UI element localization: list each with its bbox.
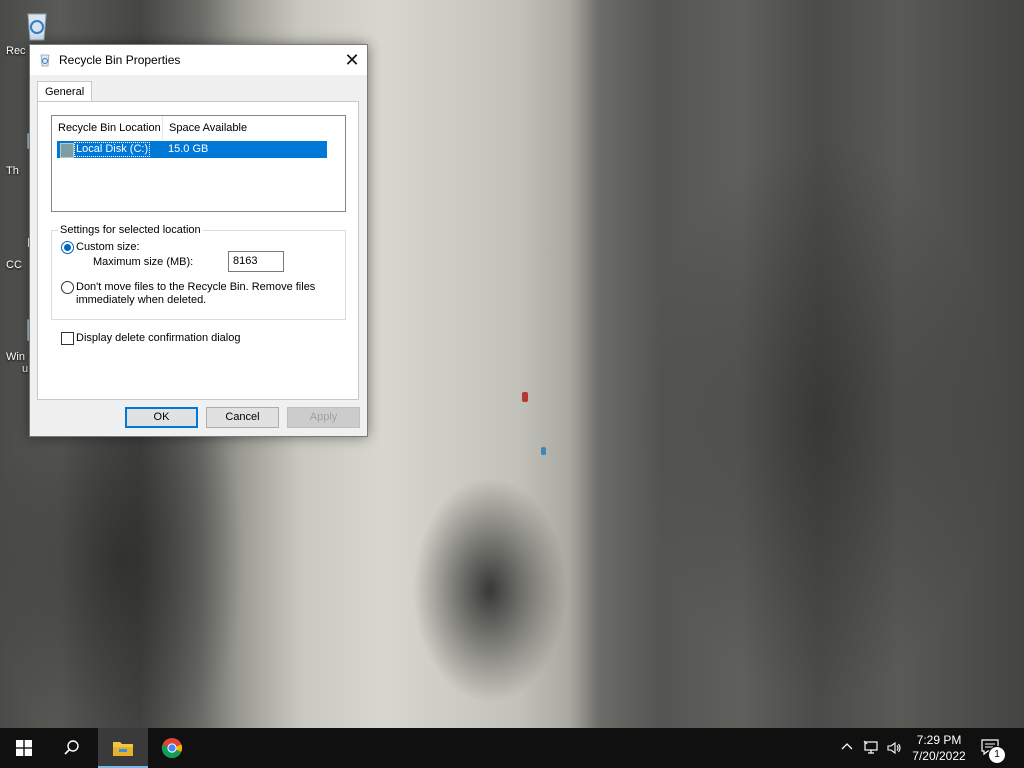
system-clock[interactable]: 7:29 PM 7/20/2022 [906,732,972,764]
recycle-bin-icon [40,54,50,67]
custom-size-radio[interactable] [61,241,74,254]
recycle-bin-icon [27,13,47,41]
general-tab-panel: Recycle Bin Location Space Available Loc… [37,101,359,400]
close-icon: ✕ [344,49,360,70]
custom-size-label[interactable]: Custom size: [76,241,140,253]
delete-confirmation-label[interactable]: Display delete confirmation dialog [76,332,240,344]
dialog-title: Recycle Bin Properties [59,53,181,67]
windows-logo-icon [16,740,32,756]
location-cell: Local Disk (C:) [73,142,151,157]
column-header-space-available[interactable]: Space Available [163,116,319,140]
taskbar: 7:29 PM 7/20/2022 1 [0,728,1024,768]
network-monitor-icon [863,740,878,754]
clock-date: 7/20/2022 [912,749,966,763]
apply-button[interactable]: Apply [287,407,360,428]
start-button[interactable] [0,728,48,768]
recycle-bin-properties-dialog: Recycle Bin Properties ✕ General Recycle… [29,44,368,437]
ok-button[interactable]: OK [125,407,198,428]
dialog-titlebar[interactable]: Recycle Bin Properties ✕ [30,45,367,75]
show-hidden-icons-chevron-icon[interactable] [839,740,855,756]
chrome-icon [161,738,183,759]
drive-icon [60,143,74,158]
notification-count-badge: 1 [988,746,1006,764]
dont-move-files-label[interactable]: Don't move files to the Recycle Bin. Rem… [76,281,326,307]
clock-time: 7:29 PM [916,733,962,747]
delete-confirmation-checkbox[interactable] [61,332,74,345]
volume-icon[interactable] [886,740,902,756]
dont-move-files-radio[interactable] [61,281,74,294]
chrome-button[interactable] [148,728,196,768]
tab-general[interactable]: General [37,81,93,102]
folder-icon [113,742,133,756]
search-icon [64,740,79,755]
column-header-location[interactable]: Recycle Bin Location [52,116,163,140]
recycle-bin-location-list[interactable]: Recycle Bin Location Space Available Loc… [51,115,346,212]
search-button[interactable] [48,728,96,768]
space-available-cell: 15.0 GB [168,143,209,155]
settings-group-label: Settings for selected location [58,224,203,236]
speaker-icon [887,741,901,755]
cancel-button[interactable]: Cancel [206,407,279,428]
list-item-local-disk[interactable]: Local Disk (C:) 15.0 GB [57,141,327,158]
maximum-size-input[interactable]: 8163 [228,251,284,272]
climber-figure-2 [541,447,546,455]
network-icon[interactable] [863,740,879,756]
maximum-size-label: Maximum size (MB): [93,256,194,268]
chevron-up-icon [841,743,853,750]
close-button[interactable]: ✕ [337,45,367,75]
climber-figure [522,392,528,402]
file-explorer-button[interactable] [98,728,148,768]
